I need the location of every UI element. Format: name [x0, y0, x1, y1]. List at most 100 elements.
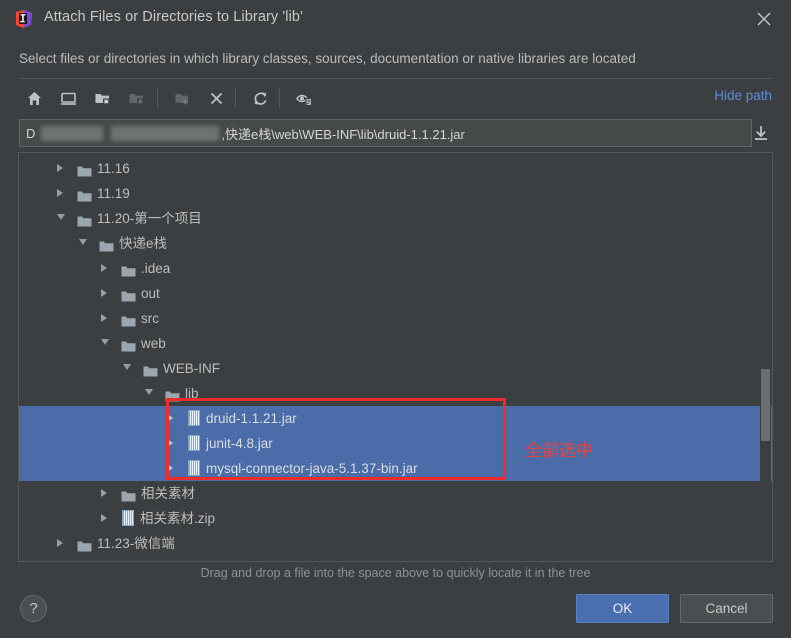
tree-row[interactable]: 11.23-微信端 — [19, 531, 772, 556]
dialog-subtitle: Select files or directories in which lib… — [19, 51, 636, 66]
chevron-right-icon[interactable] — [167, 414, 173, 422]
module-folder-icon — [121, 83, 151, 113]
annotation-note: 全部选中 — [525, 441, 593, 461]
tree-row[interactable]: web — [19, 331, 772, 356]
tree-row[interactable]: out — [19, 281, 772, 306]
tree-row-label: WEB-INF — [163, 361, 220, 376]
close-icon[interactable] — [751, 6, 777, 32]
chevron-right-icon[interactable] — [101, 514, 107, 522]
folder-icon — [77, 536, 92, 552]
new-folder-icon — [167, 83, 197, 113]
file-chooser-toolbar: Hide path — [19, 83, 772, 115]
path-redacted-block — [111, 125, 220, 141]
folder-icon — [121, 336, 136, 352]
folder-icon — [143, 361, 158, 377]
folder-icon — [77, 186, 92, 202]
chevron-down-icon[interactable] — [101, 339, 109, 345]
folder-icon — [77, 161, 92, 177]
tree-row[interactable]: 11.16 — [19, 156, 772, 181]
chevron-down-icon[interactable] — [123, 364, 131, 370]
chevron-right-icon[interactable] — [167, 439, 173, 447]
chevron-right-icon[interactable] — [101, 489, 107, 497]
jar-file-icon — [122, 510, 134, 526]
home-icon[interactable] — [19, 83, 49, 113]
chevron-down-icon[interactable] — [145, 389, 153, 395]
tree-row[interactable]: junit-4.8.jar — [19, 431, 772, 456]
tree-row[interactable]: lib — [19, 381, 772, 406]
tree-row-label: 相关素材.zip — [140, 511, 216, 526]
tree-row[interactable]: 11.20-第一个项目 — [19, 206, 772, 231]
project-folder-icon[interactable] — [87, 83, 117, 113]
chevron-right-icon[interactable] — [101, 264, 107, 272]
tree-row-label: out — [141, 286, 160, 301]
download-icon[interactable] — [750, 122, 772, 144]
tree-row[interactable]: 相关素材 — [19, 481, 772, 506]
jar-file-icon — [188, 435, 200, 451]
tree-row-label: 11.19 — [97, 186, 130, 201]
chevron-down-icon[interactable] — [79, 239, 87, 245]
path-row: D ,快递e栈\web\WEB-INF\lib\druid-1.1.21.jar — [19, 119, 772, 147]
folder-icon — [77, 211, 92, 227]
tree-row-label: lib — [185, 386, 199, 401]
tree-row-label: 11.23-微信端 — [97, 536, 175, 551]
chevron-right-icon[interactable] — [57, 164, 63, 172]
tree-row[interactable]: src — [19, 306, 772, 331]
refresh-icon[interactable] — [245, 83, 275, 113]
show-hidden-files-icon[interactable] — [289, 83, 319, 113]
folder-icon — [121, 286, 136, 302]
cancel-button[interactable]: Cancel — [680, 594, 773, 623]
toolbar-separator — [235, 88, 236, 108]
tree-scrollbar-thumb[interactable] — [761, 369, 770, 441]
folder-icon — [165, 386, 180, 402]
path-visible-text: ,快递e栈\web\WEB-INF\lib\druid-1.1.21.jar — [221, 126, 465, 142]
path-redacted-block — [41, 125, 104, 141]
tree-row-label: web — [141, 336, 166, 351]
ok-button[interactable]: OK — [576, 594, 669, 623]
intellij-idea-logo-icon — [14, 9, 34, 29]
toolbar-separator — [157, 88, 158, 108]
tree-row-label: druid-1.1.21.jar — [206, 411, 297, 426]
tree-row-label: 快递e栈 — [119, 236, 168, 251]
jar-file-icon — [188, 460, 200, 476]
desktop-icon[interactable] — [53, 83, 83, 113]
drag-drop-hint: Drag and drop a file into the space abov… — [200, 566, 591, 580]
chevron-down-icon[interactable] — [57, 214, 65, 220]
chevron-right-icon[interactable] — [167, 464, 173, 472]
chevron-right-icon[interactable] — [57, 189, 63, 197]
path-input[interactable]: D ,快递e栈\web\WEB-INF\lib\druid-1.1.21.jar — [19, 119, 752, 147]
file-tree[interactable]: 11.16 11.19 11.20-第一个项目快递e栈 .idea out src web W… — [19, 156, 772, 556]
folder-icon — [121, 486, 136, 502]
tree-row-label: mysql-connector-java-5.1.37-bin.jar — [206, 461, 418, 476]
tree-row[interactable]: 快递e栈 — [19, 231, 772, 256]
tree-row-label: .idea — [141, 261, 171, 276]
hide-path-link[interactable]: Hide path — [714, 88, 772, 103]
attach-files-dialog: Attach Files or Directories to Library '… — [0, 0, 791, 638]
tree-row-label: junit-4.8.jar — [206, 436, 273, 451]
tree-row[interactable]: .idea — [19, 256, 772, 281]
chevron-right-icon[interactable] — [101, 289, 107, 297]
toolbar-divider — [19, 78, 772, 79]
folder-icon — [121, 261, 136, 277]
file-tree-panel[interactable]: 11.16 11.19 11.20-第一个项目快递e栈 .idea out src web W… — [18, 152, 773, 562]
toolbar-separator — [279, 88, 280, 108]
chevron-right-icon[interactable] — [101, 314, 107, 322]
tree-row-label: 相关素材 — [141, 486, 195, 501]
help-button[interactable]: ? — [20, 595, 47, 622]
delete-icon[interactable] — [201, 83, 231, 113]
dialog-title: Attach Files or Directories to Library '… — [44, 9, 303, 25]
tree-row[interactable]: druid-1.1.21.jar — [19, 406, 772, 431]
folder-icon — [99, 236, 114, 252]
tree-row-label: 11.20-第一个项目 — [97, 211, 202, 226]
jar-file-icon — [188, 410, 200, 426]
tree-row[interactable]: WEB-INF — [19, 356, 772, 381]
dialog-title-bar: Attach Files or Directories to Library '… — [0, 0, 791, 38]
tree-row-label: 11.16 — [97, 161, 130, 176]
chevron-right-icon[interactable] — [57, 539, 63, 547]
tree-row[interactable]: 11.19 — [19, 181, 772, 206]
tree-row[interactable]: 相关素材.zip — [19, 506, 772, 531]
folder-icon — [121, 311, 136, 327]
tree-scrollbar[interactable] — [760, 154, 771, 560]
tree-row-label: src — [141, 311, 159, 326]
tree-row[interactable]: mysql-connector-java-5.1.37-bin.jar — [19, 456, 772, 481]
path-prefix-text: D — [26, 125, 36, 141]
